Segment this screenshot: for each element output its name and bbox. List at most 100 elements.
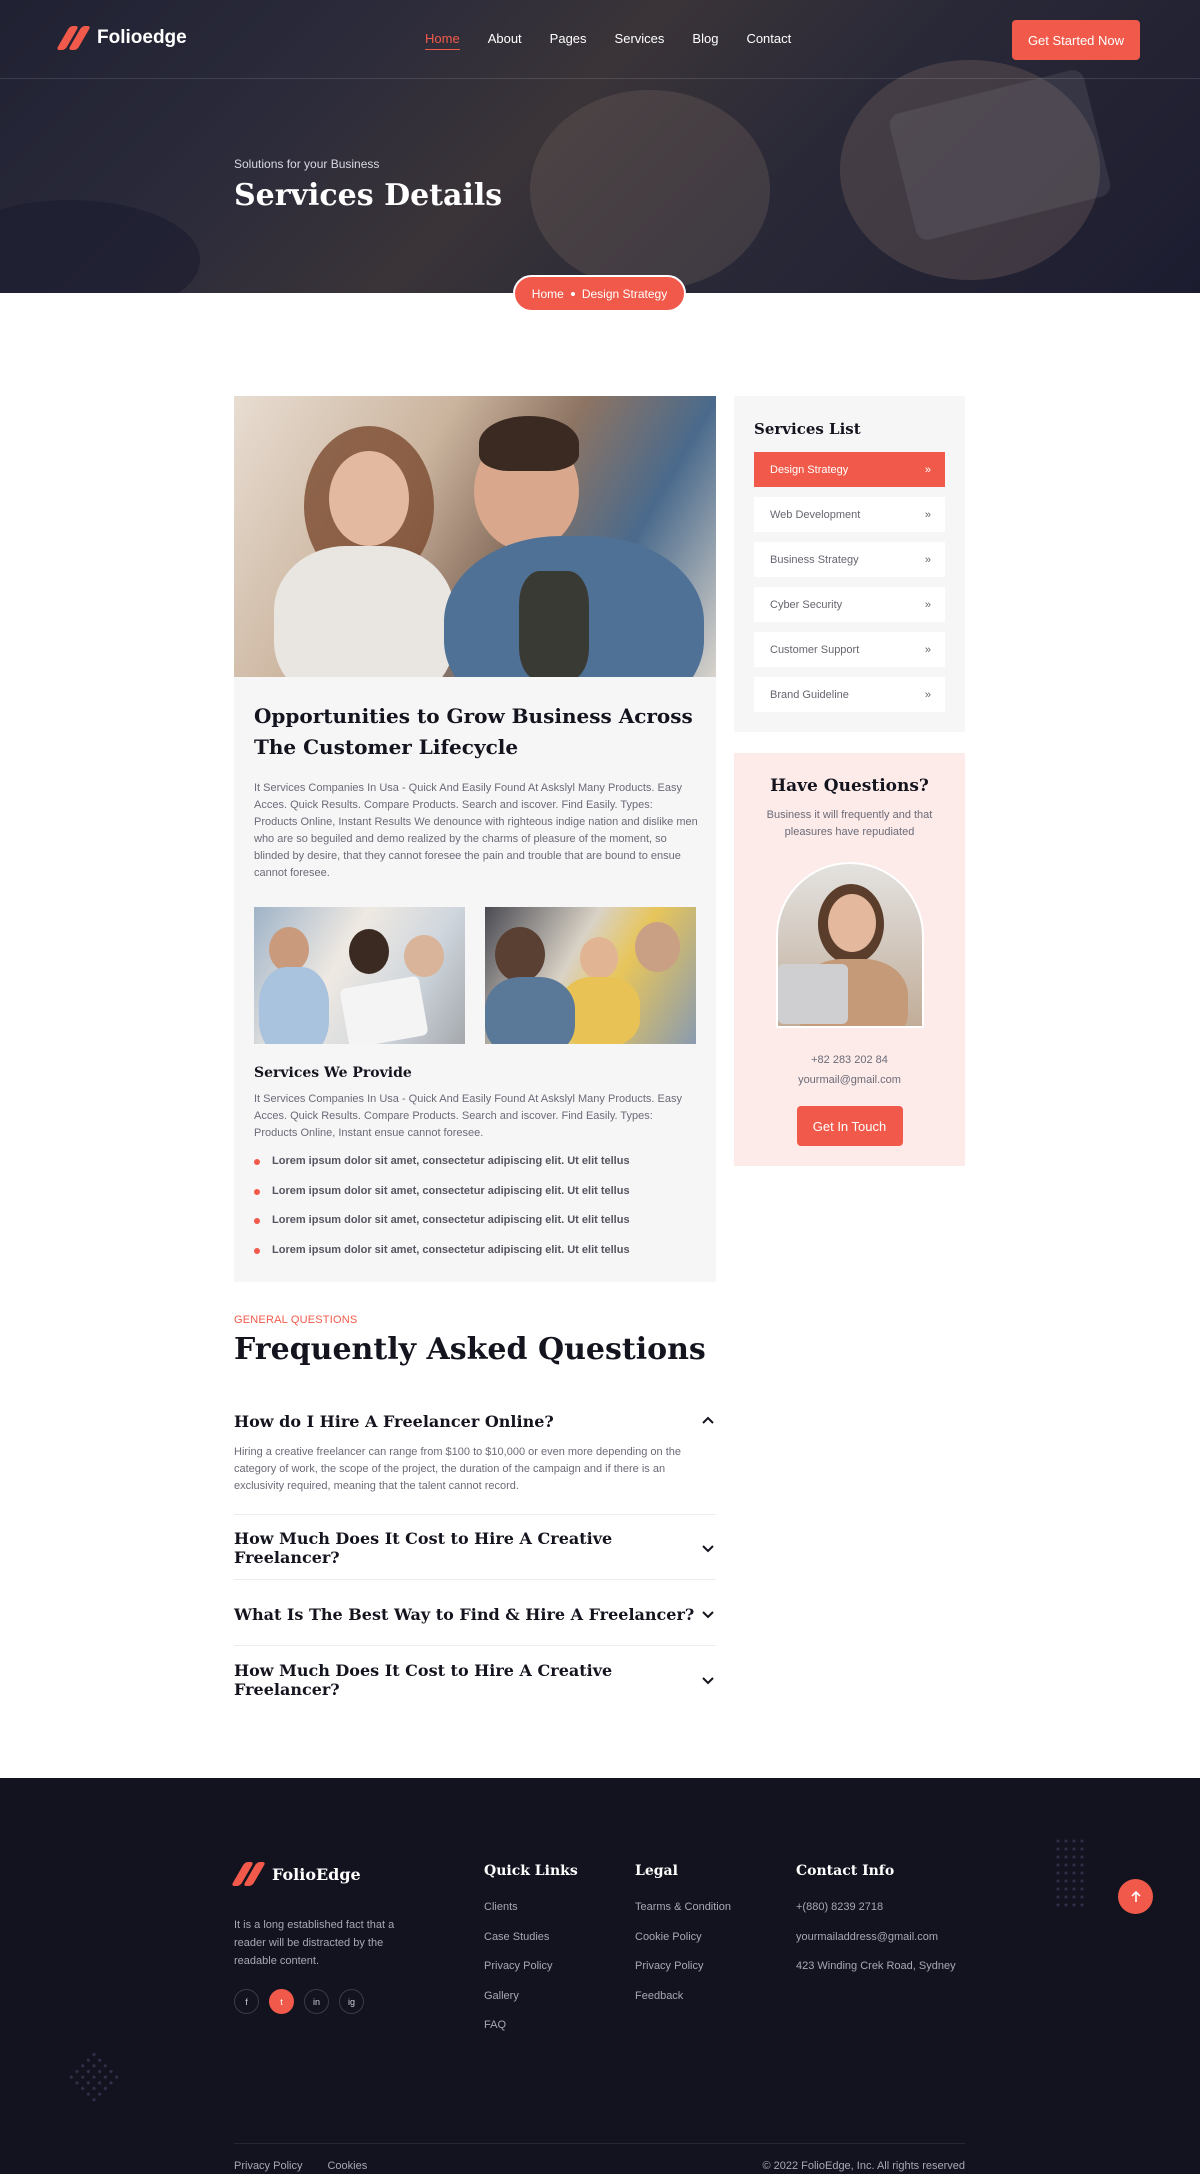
questions-title: Have Questions? xyxy=(770,776,929,796)
chevron-down-icon[interactable] xyxy=(700,1540,716,1556)
bullet-dot-icon xyxy=(254,1159,260,1165)
dot-pattern-decoration xyxy=(1056,1839,1084,1907)
faq-item-2: How Much Does It Cost to Hire A Creative… xyxy=(234,1529,716,1580)
list-item: Lorem ipsum dolor sit amet, consectetur … xyxy=(254,1244,630,1274)
linkedin-icon[interactable]: in xyxy=(304,1989,329,2014)
brand-logo[interactable]: Folioedge xyxy=(56,26,187,50)
double-chevron-right-icon: » xyxy=(924,598,931,611)
faq-item-1: How do I Hire A Freelancer Online? Hirin… xyxy=(234,1410,716,1515)
list-item: Lorem ipsum dolor sit amet, consectetur … xyxy=(254,1214,630,1244)
breadcrumb-home[interactable]: Home xyxy=(532,287,564,301)
faq-question[interactable]: How Much Does It Cost to Hire A Creative… xyxy=(234,1529,716,1567)
nav-contact[interactable]: Contact xyxy=(746,31,791,50)
have-questions-widget: Have Questions? Business it will frequen… xyxy=(734,753,965,1166)
list-item: Lorem ipsum dolor sit amet, consectetur … xyxy=(254,1185,630,1215)
double-chevron-right-icon: » xyxy=(924,643,931,656)
service-item-customer-support[interactable]: Customer Support» xyxy=(754,632,945,667)
service-item-business-strategy[interactable]: Business Strategy» xyxy=(754,542,945,577)
page-title: Services Details xyxy=(234,178,503,213)
support-agent-image xyxy=(775,862,924,1028)
breadcrumb-current: Design Strategy xyxy=(581,286,668,301)
facebook-icon[interactable]: f xyxy=(234,1989,259,2014)
questions-phone[interactable]: +82 283 202 84 xyxy=(734,1050,965,1070)
logo-mark-icon xyxy=(56,26,91,50)
footer-link-feedback[interactable]: Feedback xyxy=(635,1990,731,2020)
footer-bottom-bar: Privacy Policy Cookies © 2022 FolioEdge,… xyxy=(234,2143,965,2172)
faq-question[interactable]: What Is The Best Way to Find & Hire A Fr… xyxy=(234,1603,716,1625)
faq-item-4: How Much Does It Cost to Hire A Creative… xyxy=(234,1661,716,1699)
footer-link-gallery[interactable]: Gallery xyxy=(484,1990,578,2020)
list-item: Lorem ipsum dolor sit amet, consectetur … xyxy=(254,1155,630,1185)
chevron-down-icon[interactable] xyxy=(700,1606,716,1622)
faq-question[interactable]: How Much Does It Cost to Hire A Creative… xyxy=(234,1661,716,1699)
footer-legal: Legal Tearms & Condition Cookie Policy P… xyxy=(635,1863,731,2019)
team-image-1 xyxy=(254,907,465,1044)
arrow-up-icon xyxy=(1130,1890,1141,1902)
quick-links-title: Quick Links xyxy=(484,1863,578,1879)
social-links: f t in ig xyxy=(234,1989,364,2014)
footer-link-case-studies[interactable]: Case Studies xyxy=(484,1931,578,1961)
footer-phone[interactable]: +(880) 8239 2718 xyxy=(796,1901,956,1931)
services-provide-text: It Services Companies In Usa - Quick And… xyxy=(254,1093,682,1139)
scroll-to-top-button[interactable] xyxy=(1118,1879,1153,1914)
footer-logo[interactable]: FolioEdge xyxy=(231,1862,361,1886)
double-chevron-right-icon: » xyxy=(924,508,931,521)
faq-item-3: What Is The Best Way to Find & Hire A Fr… xyxy=(234,1603,716,1646)
hero-subtitle: Solutions for your Business xyxy=(234,157,380,171)
bottom-link-cookies[interactable]: Cookies xyxy=(327,2160,367,2172)
footer-contact: Contact Info +(880) 8239 2718 yourmailad… xyxy=(796,1863,956,1990)
services-list-widget: Services List Design Strategy» Web Devel… xyxy=(734,396,965,732)
service-item-web-development[interactable]: Web Development» xyxy=(754,497,945,532)
footer-about: It is a long established fact that a rea… xyxy=(234,1919,395,1967)
get-in-touch-button[interactable]: Get In Touch xyxy=(796,1106,903,1146)
double-chevron-right-icon: » xyxy=(924,463,931,476)
double-chevron-right-icon: » xyxy=(924,553,931,566)
bullet-dot-icon xyxy=(254,1188,260,1195)
footer-link-cookie-policy[interactable]: Cookie Policy xyxy=(635,1931,731,1961)
nav-links: Home About Pages Services Blog Contact xyxy=(425,31,819,50)
chevron-down-icon[interactable] xyxy=(700,1672,716,1688)
service-item-cyber-security[interactable]: Cyber Security» xyxy=(754,587,945,622)
bullet-dot-icon xyxy=(254,1247,260,1254)
service-article: Opportunities to Grow Business Across Th… xyxy=(234,396,716,1282)
footer-link-clients[interactable]: Clients xyxy=(484,1901,578,1931)
service-item-design-strategy[interactable]: Design Strategy» xyxy=(754,452,945,487)
questions-email[interactable]: yourmail@gmail.com xyxy=(734,1070,965,1090)
footer-link-privacy-policy[interactable]: Privacy Policy xyxy=(635,1960,731,1990)
chevron-up-icon[interactable] xyxy=(700,1413,716,1429)
nav-home[interactable]: Home xyxy=(425,31,460,50)
article-intro: It Services Companies In Usa - Quick And… xyxy=(254,782,698,879)
breadcrumb-separator-icon xyxy=(570,291,575,296)
team-image-2 xyxy=(485,907,696,1044)
nav-services[interactable]: Services xyxy=(615,31,665,50)
footer-link-privacy[interactable]: Privacy Policy xyxy=(484,1960,578,1990)
nav-about[interactable]: About xyxy=(488,31,522,50)
footer-quick-links: Quick Links Clients Case Studies Privacy… xyxy=(484,1863,578,2049)
footer-link-terms[interactable]: Tearms & Condition xyxy=(635,1901,731,1931)
instagram-icon[interactable]: ig xyxy=(339,1989,364,2014)
brand-name: Folioedge xyxy=(97,27,187,48)
copyright: © 2022 FolioEdge, Inc. All rights reserv… xyxy=(762,2160,965,2172)
faq-title: Frequently Asked Questions xyxy=(234,1332,706,1367)
services-list-title: Services List xyxy=(754,420,861,438)
logo-mark-icon xyxy=(231,1862,266,1886)
article-title: Opportunities to Grow Business Across Th… xyxy=(254,704,693,759)
footer-address: 423 Winding Crek Road, Sydney xyxy=(796,1960,956,1972)
footer-email[interactable]: yourmailaddress@gmail.com xyxy=(796,1931,956,1961)
footer-link-faq[interactable]: FAQ xyxy=(484,2019,578,2049)
legal-title: Legal xyxy=(635,1863,678,1879)
dot-pattern-decoration xyxy=(69,2052,119,2102)
get-started-button[interactable]: Get Started Now xyxy=(1012,20,1140,60)
nav-pages[interactable]: Pages xyxy=(550,31,587,50)
site-footer: FolioEdge It is a long established fact … xyxy=(0,1778,1200,2174)
faq-question[interactable]: How do I Hire A Freelancer Online? xyxy=(234,1410,716,1432)
questions-text: Business it will frequently and that ple… xyxy=(766,809,933,838)
bottom-link-privacy[interactable]: Privacy Policy xyxy=(234,2160,302,2172)
twitter-icon[interactable]: t xyxy=(269,1989,294,2014)
faq-answer: Hiring a creative freelancer can range f… xyxy=(234,1446,682,1492)
service-item-brand-guideline[interactable]: Brand Guideline» xyxy=(754,677,945,712)
top-navigation: Folioedge Home About Pages Services Blog… xyxy=(0,0,1200,79)
contact-title: Contact Info xyxy=(796,1863,895,1879)
nav-blog[interactable]: Blog xyxy=(692,31,718,50)
double-chevron-right-icon: » xyxy=(924,688,931,701)
